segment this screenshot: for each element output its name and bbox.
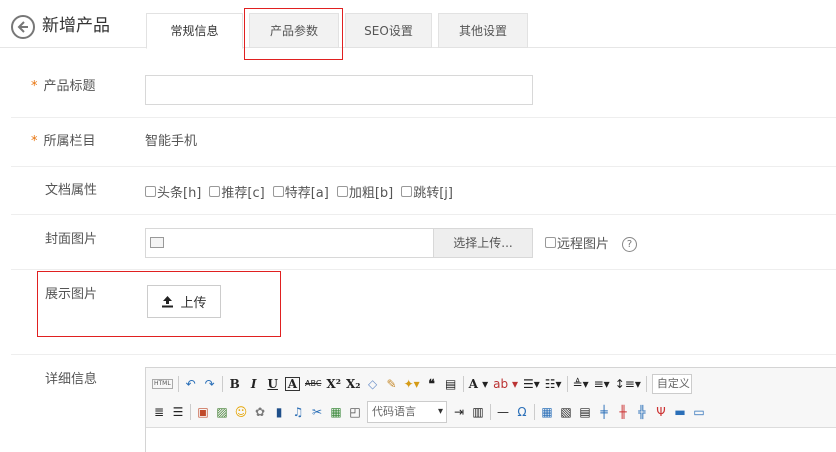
background-color-icon[interactable]: ab ▾ — [493, 375, 518, 393]
row-divider — [11, 117, 836, 118]
music-icon[interactable]: ♫ — [291, 403, 305, 421]
row-spacing-bottom-icon[interactable]: ≡▾ — [594, 375, 610, 393]
unordered-list-icon[interactable]: ☷▾ — [545, 375, 562, 393]
template-icon[interactable]: ▥ — [471, 403, 485, 421]
scrawl-icon[interactable]: ✿ — [253, 403, 267, 421]
row-divider — [11, 166, 836, 167]
simple-upload-icon[interactable]: ▣ — [196, 403, 210, 421]
page-title: 新增产品 — [42, 16, 110, 36]
horizontal-rule-icon[interactable]: — — [496, 403, 510, 421]
tab-product-params[interactable]: 产品参数 — [249, 13, 339, 48]
blockquote-icon[interactable]: ❝ — [425, 375, 439, 393]
help-icon[interactable]: ? — [622, 237, 637, 252]
map-icon[interactable]: ▦ — [329, 403, 343, 421]
doc-attr-label: 文档属性 — [45, 183, 98, 198]
italic-icon[interactable]: I — [247, 375, 261, 393]
tab-other[interactable]: 其他设置 — [438, 13, 528, 48]
format-brush-icon[interactable]: ✎ — [385, 375, 399, 393]
choose-upload-button[interactable]: 选择上传... — [433, 229, 532, 257]
delete-col-icon[interactable]: Ψ — [654, 403, 668, 421]
tab-general[interactable]: 常规信息 — [146, 13, 243, 49]
delete-row-icon[interactable]: ╫ — [616, 403, 630, 421]
image-icon — [150, 237, 164, 248]
delete-table-icon[interactable]: ▧ — [559, 403, 573, 421]
insert-row-icon[interactable]: ╪ — [597, 403, 611, 421]
attachment-icon[interactable]: ✂ — [310, 403, 324, 421]
emotion-icon[interactable]: ☺ — [234, 403, 248, 421]
insert-image-icon[interactable]: ▨ — [215, 403, 229, 421]
page-break-icon[interactable]: ⇥ — [452, 403, 466, 421]
checkbox-bold[interactable]: 加粗[b] — [336, 182, 393, 201]
align-left-icon[interactable]: ≣ — [152, 403, 166, 421]
format-clear-icon[interactable]: ◇ — [366, 375, 380, 393]
superscript-icon[interactable]: X² — [326, 375, 341, 393]
editor-toolbar: HTML ↶ ↷ B I U A ABC X² X₂ ◇ ✎ ✦▾ ❝ ▤ A … — [146, 368, 836, 428]
row-divider — [11, 214, 836, 215]
strikethrough-icon[interactable]: ABC — [305, 375, 321, 393]
back-icon[interactable] — [11, 15, 35, 39]
column-label: * 所属栏目 — [31, 134, 96, 149]
auto-format-icon[interactable]: ✦▾ — [404, 375, 420, 393]
column-value: 智能手机 — [145, 134, 198, 149]
product-title-label: * 产品标题 — [31, 79, 96, 94]
row-spacing-top-icon[interactable]: ≜▾ — [573, 375, 589, 393]
cover-image-field[interactable]: 选择上传... — [145, 228, 533, 258]
special-chars-icon[interactable]: Ω — [515, 403, 529, 421]
redo-icon[interactable]: ↷ — [203, 375, 217, 393]
merge-cells-icon[interactable]: ▬ — [673, 403, 687, 421]
row-divider — [11, 269, 836, 270]
doc-attr-checkboxes: 头条[h] 推荐[c] 特荐[a] 加粗[b] 跳转[j] — [145, 182, 453, 201]
line-height-icon[interactable]: ↕≡▾ — [615, 375, 641, 393]
gallery-label: 展示图片 — [45, 287, 98, 302]
upload-icon — [162, 296, 174, 308]
subscript-icon[interactable]: X₂ — [346, 375, 361, 393]
ordered-list-icon[interactable]: ☰▾ — [523, 375, 540, 393]
insert-frame-icon[interactable]: ◰ — [348, 403, 362, 421]
html-source-icon[interactable]: HTML — [152, 379, 173, 389]
required-mark: * — [31, 79, 38, 94]
code-language-select[interactable]: 代码语言 — [367, 401, 447, 423]
insert-col-icon[interactable]: ╬ — [635, 403, 649, 421]
detail-label: 详细信息 — [45, 372, 98, 387]
bold-icon[interactable]: B — [228, 375, 242, 393]
checkbox-recommend[interactable]: 推荐[c] — [209, 182, 265, 201]
undo-icon[interactable]: ↶ — [184, 375, 198, 393]
table-title-icon[interactable]: ▤ — [578, 403, 592, 421]
font-family-select[interactable]: 自定义 — [651, 374, 692, 394]
rich-text-editor[interactable]: HTML ↶ ↷ B I U A ABC X² X₂ ◇ ✎ ✦▾ ❝ ▤ A … — [145, 367, 836, 452]
font-color-icon[interactable]: A ▾ — [469, 375, 489, 393]
font-border-icon[interactable]: A — [284, 377, 301, 391]
paste-text-icon[interactable]: ▤ — [444, 375, 458, 393]
required-mark: * — [31, 134, 38, 149]
align-center-icon[interactable]: ☰ — [171, 403, 185, 421]
split-cells-icon[interactable]: ▭ — [692, 403, 706, 421]
checkbox-redirect[interactable]: 跳转[j] — [401, 182, 453, 201]
insert-video-icon[interactable]: ▮ — [272, 403, 286, 421]
cover-image-label: 封面图片 — [45, 232, 98, 247]
checkbox-special[interactable]: 特荐[a] — [272, 182, 329, 201]
upload-button[interactable]: 上传 — [147, 285, 221, 318]
checkbox-headline[interactable]: 头条[h] — [145, 182, 201, 201]
underline-icon[interactable]: U — [266, 375, 280, 393]
tab-seo[interactable]: SEO设置 — [345, 13, 432, 48]
product-title-input[interactable] — [145, 75, 533, 105]
row-divider — [11, 354, 836, 355]
insert-table-icon[interactable]: ▦ — [540, 403, 554, 421]
checkbox-remote-image[interactable]: 远程图片 — [545, 233, 609, 252]
